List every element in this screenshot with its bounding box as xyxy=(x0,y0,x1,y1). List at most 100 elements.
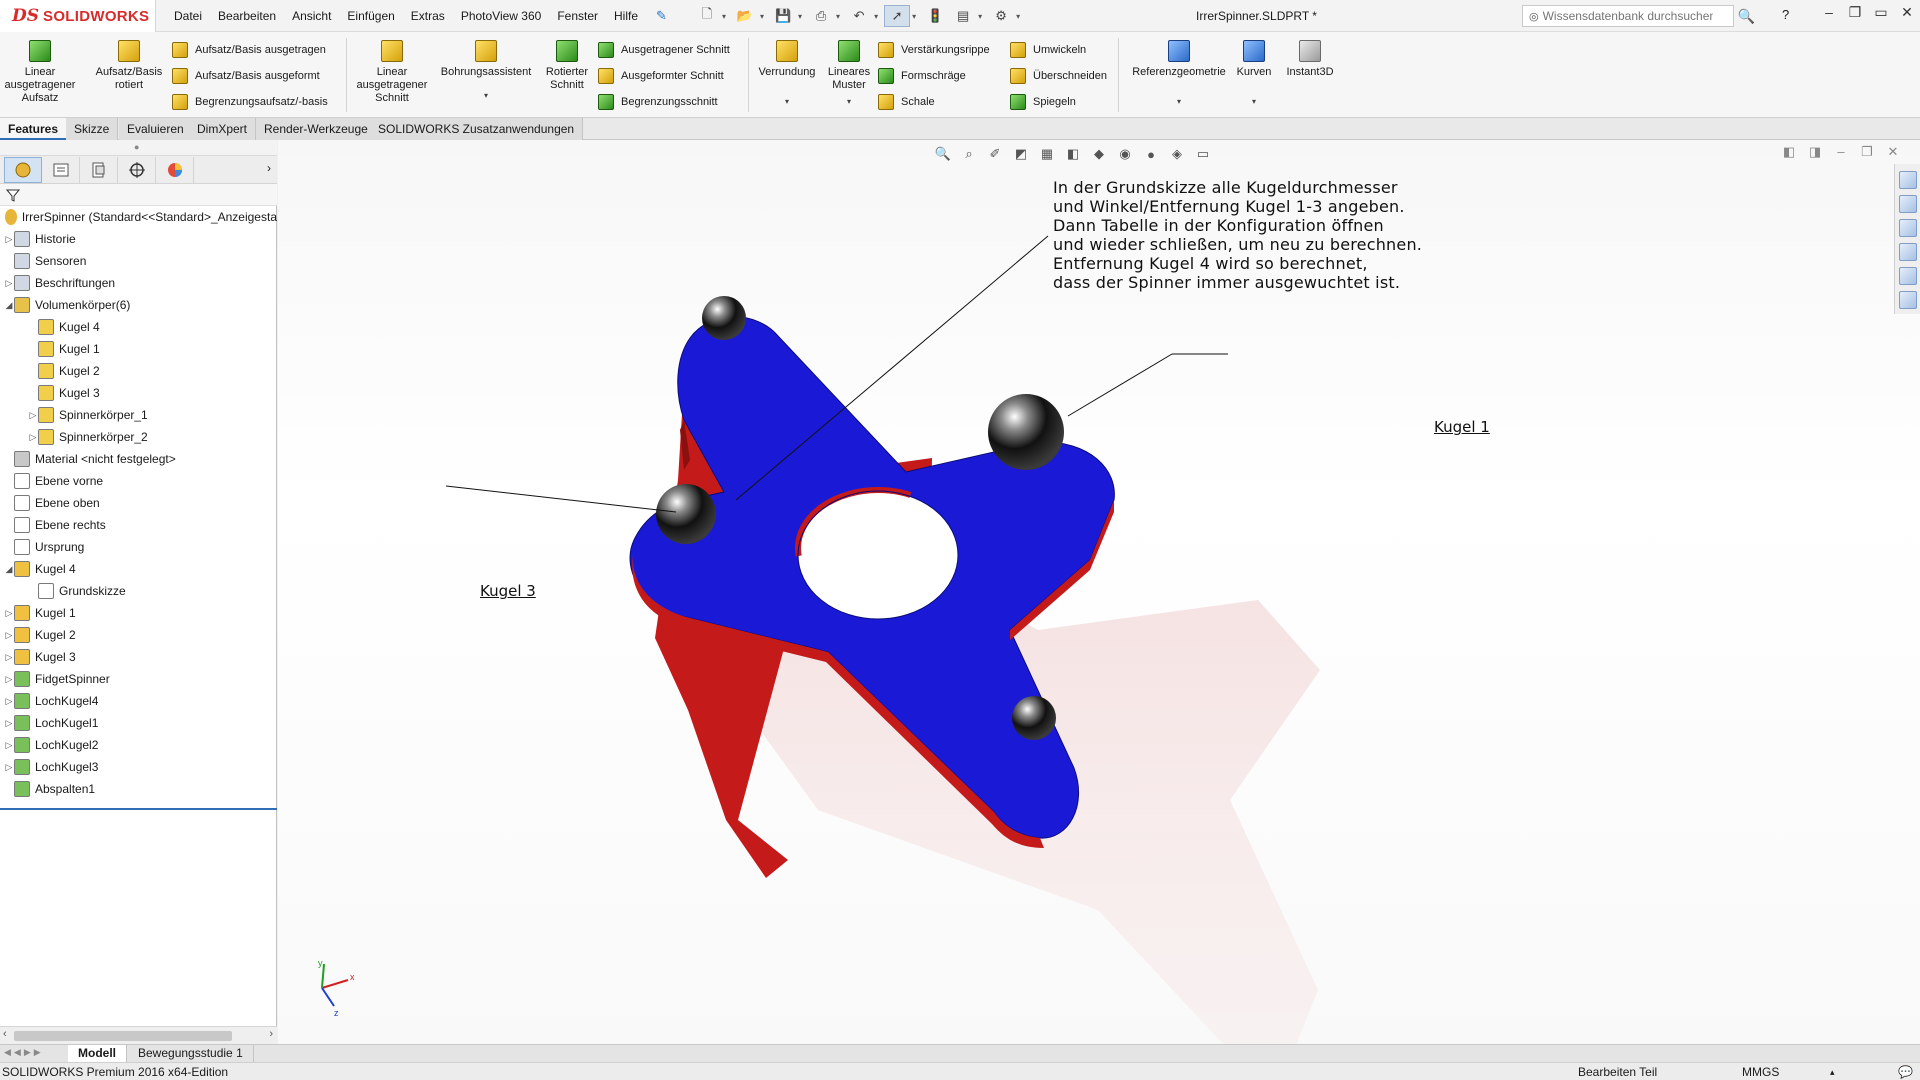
menu-photoview[interactable]: PhotoView 360 xyxy=(461,9,542,23)
tree-horizontal-scrollbar[interactable]: ‹ › xyxy=(0,1026,277,1044)
minimize-icon[interactable]: – xyxy=(1816,4,1842,21)
rollback-bar[interactable] xyxy=(0,808,277,810)
display-manager-tab-icon[interactable] xyxy=(156,156,194,183)
pattern-dropdown-icon[interactable]: ▾ xyxy=(847,95,851,108)
linear-boss-button[interactable]: Linear ausgetragener Aufsatz xyxy=(5,40,75,105)
tree-root[interactable]: IrrerSpinner (Standard<<Standard>_Anzeig… xyxy=(0,206,277,228)
pin-icon[interactable]: ✎ xyxy=(656,8,667,24)
search-input[interactable] xyxy=(1542,9,1713,23)
units-label[interactable]: MMGS xyxy=(1742,1065,1779,1079)
tab-evaluieren[interactable]: Evaluieren xyxy=(119,118,193,140)
undo-icon[interactable]: ↶ xyxy=(846,5,872,27)
scrollbar-thumb[interactable] xyxy=(14,1031,232,1041)
tab-bewegungsstudie[interactable]: Bewegungsstudie 1 xyxy=(128,1045,254,1063)
new-document-icon[interactable]: 🗋 xyxy=(694,5,720,27)
tab-zusatzanwendungen[interactable]: SOLIDWORKS Zusatzanwendungen xyxy=(370,118,584,140)
menu-extras[interactable]: Extras xyxy=(411,9,445,23)
options-gear-icon[interactable]: ⚙ xyxy=(988,5,1014,27)
expand-toggle-icon[interactable]: ◢ xyxy=(4,564,14,575)
tree-item[interactable]: ▷ Kugel 3 xyxy=(0,646,277,668)
tab-features[interactable]: Features xyxy=(0,118,68,140)
wrap-button[interactable]: Umwickeln xyxy=(1010,40,1086,60)
curves-dropdown-icon[interactable]: ▾ xyxy=(1252,95,1256,108)
property-manager-tab-icon[interactable] xyxy=(42,156,80,183)
tree-item[interactable]: ▷ Kugel 2 xyxy=(0,624,277,646)
tree-item[interactable]: Ebene rechts xyxy=(0,514,277,536)
tree-item[interactable]: ▷ LochKugel2 xyxy=(0,734,277,756)
new-dropdown-icon[interactable]: ▾ xyxy=(722,12,726,21)
solidworks-logo[interactable]: DS SOLIDWORKS xyxy=(0,0,156,32)
tree-item[interactable]: Ursprung xyxy=(0,536,277,558)
ball-kugel1[interactable] xyxy=(988,394,1064,470)
tree-item[interactable]: ▷ Kugel 1 xyxy=(0,602,277,624)
print-icon[interactable]: ⎙ xyxy=(808,5,834,27)
menu-fenster[interactable]: Fenster xyxy=(557,9,598,23)
design-note[interactable]: In der Grundskizze alle Kugeldurchmesser… xyxy=(1053,178,1422,292)
rebuild-icon[interactable]: 🚦 xyxy=(922,5,948,27)
tree-item[interactable]: ◢ Volumenkörper(6) xyxy=(0,294,277,316)
loft-boss-button[interactable]: Aufsatz/Basis ausgeformt xyxy=(172,66,320,86)
tree-item[interactable]: ▷ Historie xyxy=(0,228,277,250)
rib-button[interactable]: Verstärkungsrippe xyxy=(878,40,990,60)
expand-toggle-icon[interactable]: ▷ xyxy=(4,762,14,773)
expand-toggle-icon[interactable]: ▷ xyxy=(4,608,14,619)
tree-item[interactable]: ▷ Spinnerkörper_2 xyxy=(0,426,277,448)
tree-item[interactable]: Sensoren xyxy=(0,250,277,272)
reference-geometry-button[interactable]: Referenzgeometrie ▾ xyxy=(1124,40,1234,108)
hole-wizard-button[interactable]: Bohrungsassistent ▾ xyxy=(436,40,536,102)
knowledge-base-search[interactable]: ◎ 🔍 xyxy=(1522,5,1755,27)
linear-cut-button[interactable]: Linear ausgetragener Schnitt xyxy=(352,40,432,105)
select-dropdown-icon[interactable]: ▾ xyxy=(912,12,916,21)
boundary-boss-button[interactable]: Begrenzungsaufsatz/-basis xyxy=(172,92,328,112)
revolve-boss-button[interactable]: Aufsatz/Basis rotiert xyxy=(92,40,166,92)
tab-dimxpert[interactable]: DimXpert xyxy=(189,118,257,140)
tree-item[interactable]: ▷ Beschriftungen xyxy=(0,272,277,294)
expand-toggle-icon[interactable]: ▷ xyxy=(4,652,14,663)
expand-toggle-icon[interactable]: ◢ xyxy=(4,300,14,311)
expand-toggle-icon[interactable]: ▷ xyxy=(4,674,14,685)
filter-icon[interactable] xyxy=(6,188,20,202)
file-properties-icon[interactable]: ▤ xyxy=(950,5,976,27)
ball-kugel2[interactable] xyxy=(1012,696,1056,740)
expand-toggle-icon[interactable]: ▷ xyxy=(4,696,14,707)
tree-item[interactable]: Kugel 1 xyxy=(0,338,277,360)
tree-filter[interactable] xyxy=(0,184,277,206)
revolve-cut-button[interactable]: Rotierter Schnitt xyxy=(540,40,594,92)
tree-item[interactable]: ▷ LochKugel1 xyxy=(0,712,277,734)
configuration-manager-tab-icon[interactable] xyxy=(80,156,118,183)
tab-modell[interactable]: Modell xyxy=(68,1045,127,1063)
expand-toggle-icon[interactable]: ▷ xyxy=(4,234,14,245)
menu-einfuegen[interactable]: Einfügen xyxy=(347,9,394,23)
reference-dropdown-icon[interactable]: ▾ xyxy=(1177,95,1181,108)
hole-wizard-dropdown-icon[interactable]: ▾ xyxy=(484,89,488,102)
shell-button[interactable]: Schale xyxy=(878,92,935,112)
tree-item[interactable]: Abspalten1 xyxy=(0,778,277,800)
tree-item[interactable]: Kugel 3 xyxy=(0,382,277,404)
tree-item[interactable]: ▷ FidgetSpinner xyxy=(0,668,277,690)
undo-dropdown-icon[interactable]: ▾ xyxy=(874,12,878,21)
graphics-area[interactable]: 🔍 ⌕ ✐ ◩ ▦ ◧ ◆ ◉ ● ◈ ▭ ◧ ◨ – ❐ ✕ In der G… xyxy=(278,140,1920,1044)
tree-item[interactable]: ▷ Spinnerkörper_1 xyxy=(0,404,277,426)
open-icon[interactable]: 📂 xyxy=(732,5,758,27)
feature-manager-tab-icon[interactable] xyxy=(4,156,42,183)
tab-navigation-icon[interactable]: ◀◀▶▶ xyxy=(4,1047,44,1058)
tree-item[interactable]: ◢ Kugel 4 xyxy=(0,558,277,580)
tab-skizze[interactable]: Skizze xyxy=(66,118,119,140)
swept-cut-button[interactable]: Ausgetragener Schnitt xyxy=(598,40,730,60)
lofted-cut-button[interactable]: Ausgeformter Schnitt xyxy=(598,66,724,86)
units-dropdown-icon[interactable]: ▴ xyxy=(1830,1067,1835,1078)
scroll-right-icon[interactable]: › xyxy=(269,1028,273,1040)
scroll-left-icon[interactable]: ‹ xyxy=(3,1028,7,1040)
ball-kugel3[interactable] xyxy=(656,484,716,544)
print-dropdown-icon[interactable]: ▾ xyxy=(836,12,840,21)
tile-icon[interactable]: ▭ xyxy=(1868,4,1894,21)
expand-toggle-icon[interactable]: ▷ xyxy=(4,718,14,729)
sweep-boss-button[interactable]: Aufsatz/Basis ausgetragen xyxy=(172,40,326,60)
menu-hilfe[interactable]: Hilfe xyxy=(614,9,638,23)
menu-ansicht[interactable]: Ansicht xyxy=(292,9,331,23)
save-icon[interactable]: 💾 xyxy=(770,5,796,27)
save-dropdown-icon[interactable]: ▾ xyxy=(798,12,802,21)
expand-toggle-icon[interactable]: ▷ xyxy=(28,410,38,421)
curves-button[interactable]: Kurven ▾ xyxy=(1232,40,1276,108)
fillet-button[interactable]: Verrundung ▾ xyxy=(752,40,822,108)
